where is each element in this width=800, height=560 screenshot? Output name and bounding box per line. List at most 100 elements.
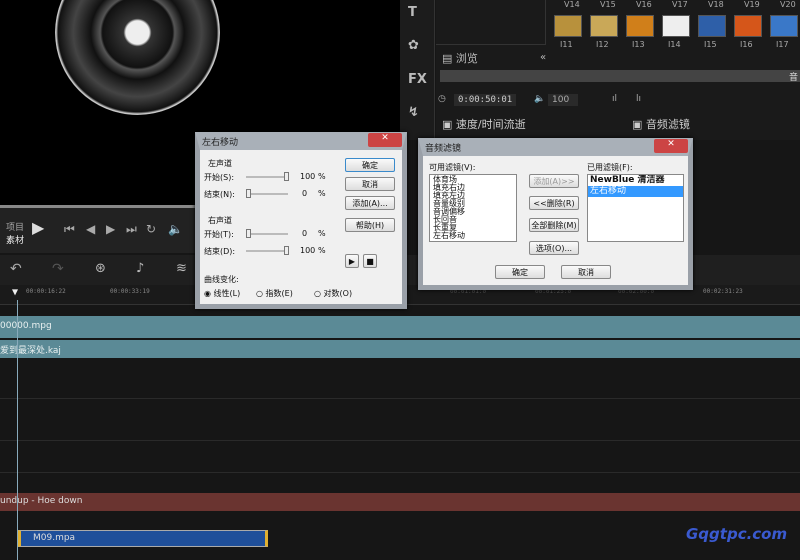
thumbnail[interactable] (590, 15, 618, 37)
video-clip[interactable]: 00000.mpg (0, 316, 800, 338)
playhead-icon[interactable]: ▼ (12, 287, 18, 298)
add-button[interactable]: 添加(A)... (345, 196, 395, 210)
radio-linear[interactable]: ◉ 线性(L) (204, 288, 240, 299)
thumbnail[interactable] (770, 15, 798, 37)
browse-button[interactable]: ▤ 浏览 (442, 50, 478, 66)
fade-in-icon[interactable]: ıl (612, 94, 617, 104)
graphic-icon[interactable]: ✿ (408, 38, 419, 53)
audio-mixer-icon[interactable]: ♪ (136, 261, 144, 276)
label: I15 (704, 40, 717, 49)
fx-icon[interactable]: FX (408, 72, 427, 87)
path-icon[interactable]: ↯ (408, 105, 419, 120)
label: I16 (740, 40, 753, 49)
dialog-title: 音频滤镜 (425, 144, 462, 154)
volume-icon[interactable]: 🔈 (168, 222, 183, 236)
overlay-clip[interactable]: 爱到最深处.kaj (0, 340, 800, 358)
label: V15 (600, 0, 616, 9)
thumbnail[interactable] (734, 15, 762, 37)
project-mode[interactable]: 项目 (6, 220, 24, 233)
tick-label: 00:02:31:23 (703, 288, 743, 295)
label: 结束(D): (204, 247, 236, 256)
thumbnail[interactable] (698, 15, 726, 37)
volume-icon: 🔈 (534, 94, 546, 104)
play-button[interactable]: ▶ (345, 254, 359, 268)
label: V14 (564, 0, 580, 9)
collapse-icon[interactable]: « (540, 52, 546, 63)
remove-all-button[interactable]: 全部删除(M) (529, 218, 579, 232)
value: 100 (300, 172, 316, 181)
play-icon[interactable]: ▶ (32, 218, 44, 237)
applied-filter-list[interactable]: NewBlue 清洁器 左右移动 (587, 174, 684, 242)
radio-label: 指数(E) (265, 289, 293, 298)
duration-input[interactable]: 0:00:50:01 (454, 94, 517, 106)
label: I11 (560, 40, 573, 49)
music-clip[interactable]: undup - Hoe down (0, 493, 800, 511)
label: V16 (636, 0, 652, 9)
repeat-icon[interactable]: ↻ (146, 222, 156, 236)
volume-input[interactable]: 100 (548, 94, 578, 106)
label: V20 (780, 0, 796, 9)
next-frame-icon[interactable]: ▶ (106, 222, 115, 236)
audio-filter-button[interactable]: ▣ 音频滤镜 (632, 116, 690, 132)
auto-music-icon[interactable]: ≋ (176, 261, 187, 276)
available-filter-list[interactable]: 体育场 填充右边 填充左边 音量级别 音调偏移 长回音 长重复 左右移动 (429, 174, 517, 242)
record-icon[interactable]: ⊛ (95, 261, 106, 276)
audio-filter-label: 音频滤镜 (645, 118, 690, 131)
undo-icon[interactable]: ↶ (10, 261, 22, 277)
prev-frame-icon[interactable]: ◀ (86, 222, 95, 236)
label: V19 (744, 0, 760, 9)
value: 0 (302, 189, 308, 198)
title-icon[interactable]: T (408, 5, 417, 20)
left-channel-label: 左声道 (208, 159, 232, 168)
right-channel-label: 右声道 (208, 216, 232, 225)
value: 0 (302, 229, 308, 238)
right-end-slider[interactable] (246, 246, 289, 255)
redo-icon[interactable]: ↷ (52, 261, 64, 277)
right-start-slider[interactable] (246, 229, 288, 238)
close-button[interactable]: ✕ (654, 139, 688, 153)
list-item[interactable]: 左右移动 (433, 232, 513, 240)
end-icon[interactable]: ⏭ (126, 222, 137, 237)
cancel-button[interactable]: 取消 (345, 177, 395, 191)
ok-button[interactable]: 确定 (495, 265, 545, 279)
curve-label: 曲线变化: (204, 275, 239, 284)
watermark-logo: Gqgtpc.com (686, 525, 788, 543)
start-icon[interactable]: ⏮ (64, 222, 75, 237)
clip-mode[interactable]: 素材 (6, 233, 24, 246)
browse-label: 浏览 (455, 52, 478, 65)
unit: % (318, 172, 326, 181)
radio-log[interactable]: ○ 对数(O) (314, 288, 352, 299)
tick-label: 00:00:33:19 (110, 288, 150, 295)
stop-button[interactable]: ■ (363, 254, 377, 268)
thumbnail[interactable] (662, 15, 690, 37)
list-item[interactable]: NewBlue 清洁器 (588, 175, 683, 186)
label: I12 (596, 40, 609, 49)
remove-button[interactable]: <<删除(R) (529, 196, 579, 210)
fade-out-icon[interactable]: lı (636, 94, 641, 104)
unit: % (318, 189, 326, 198)
label: 开始(T): (204, 230, 234, 239)
label: 结束(N): (204, 190, 235, 199)
value: 100 (300, 246, 316, 255)
cancel-button[interactable]: 取消 (561, 265, 611, 279)
radio-exp[interactable]: ○ 指数(E) (256, 288, 293, 299)
help-button[interactable]: 帮助(H) (345, 218, 395, 232)
add-button[interactable]: 添加(A)>> (529, 174, 579, 188)
speed-button[interactable]: ▣ 速度/时间流逝 (442, 116, 526, 132)
tick-label: 00:00:16:22 (26, 288, 66, 295)
audio-filter-dialog: 音频滤镜 ✕ 可用滤镜(V): 体育场 填充右边 填充左边 音量级别 音调偏移 … (418, 138, 693, 290)
label: 开始(S): (204, 173, 235, 182)
left-end-slider[interactable] (246, 189, 288, 198)
list-item-selected[interactable]: 左右移动 (588, 186, 683, 197)
close-button[interactable]: ✕ (368, 133, 402, 147)
available-label: 可用滤镜(V): (429, 163, 476, 172)
left-start-slider[interactable] (246, 172, 289, 181)
thumbnail[interactable] (554, 15, 582, 37)
ok-button[interactable]: 确定 (345, 158, 395, 172)
unit: % (318, 246, 326, 255)
audio-clip[interactable]: M09.mpa (18, 530, 268, 547)
bar-label: 音 (788, 73, 798, 83)
options-button[interactable]: 选项(O)... (529, 241, 579, 255)
thumbnail[interactable] (626, 15, 654, 37)
playhead-line (17, 300, 18, 560)
